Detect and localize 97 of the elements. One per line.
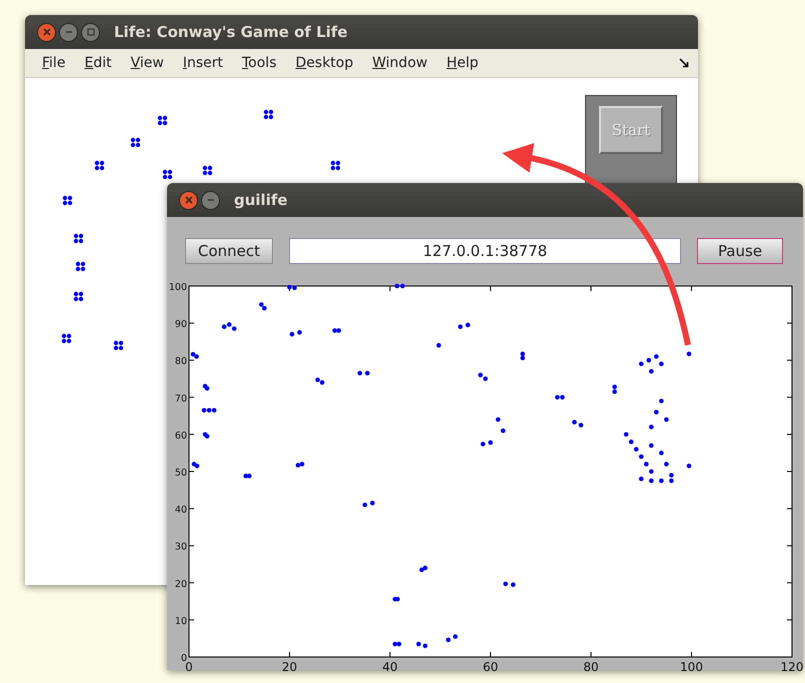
cell-point <box>654 410 659 414</box>
cell-point <box>480 442 486 446</box>
cell-point <box>446 638 451 642</box>
cell-point <box>649 469 654 474</box>
close-button[interactable] <box>179 190 198 210</box>
cell-point <box>496 417 500 422</box>
cell-point <box>362 502 368 508</box>
cell-cluster <box>76 262 86 272</box>
cell-point <box>416 642 421 646</box>
pause-button[interactable]: Pause <box>697 238 783 264</box>
cell-cluster <box>202 166 212 176</box>
cell-point <box>654 354 659 359</box>
maximize-button[interactable] <box>81 22 100 42</box>
cell-point <box>638 476 644 482</box>
x-tick-label: 0 <box>185 660 193 674</box>
y-tick-label: 30 <box>174 542 187 553</box>
cell-point <box>686 352 692 356</box>
cell-cluster <box>62 196 72 206</box>
cell-cluster <box>62 334 72 344</box>
y-tick-label: 50 <box>174 468 187 478</box>
cell-point <box>510 582 516 587</box>
cell-cluster <box>158 116 168 126</box>
address-field[interactable]: 127.0.0.1:38778 <box>289 238 681 264</box>
minimize-button[interactable] <box>59 22 78 42</box>
cell-point <box>503 582 508 586</box>
close-button[interactable] <box>37 22 56 42</box>
minimize-button[interactable] <box>201 190 220 210</box>
cell-point <box>649 443 654 448</box>
close-icon <box>184 195 194 205</box>
cell-point <box>664 417 669 422</box>
cell-cluster <box>330 160 340 170</box>
cell-point <box>370 500 375 506</box>
cell-point <box>659 478 664 484</box>
cell-point <box>649 369 654 374</box>
cell-point <box>458 324 463 330</box>
x-tick-label: 120 <box>780 660 803 674</box>
y-tick-label: 20 <box>174 578 187 590</box>
cell-point <box>358 370 362 376</box>
cell-point <box>624 432 628 437</box>
x-tick-label: 80 <box>583 660 599 674</box>
cell-cluster <box>162 170 172 180</box>
cell-point <box>686 464 692 468</box>
y-tick-label: 80 <box>174 356 187 368</box>
cell-point <box>365 370 370 376</box>
cell-point <box>436 343 442 348</box>
menu-item[interactable]: Insert <box>174 55 231 71</box>
cell-point <box>646 358 652 362</box>
cell-cluster <box>94 160 104 170</box>
cell-point <box>628 440 634 444</box>
menu-item[interactable]: View <box>122 55 172 71</box>
cell-point <box>500 428 506 433</box>
connect-button[interactable]: Connect <box>185 238 274 264</box>
cell-cluster <box>130 138 140 148</box>
cell-point <box>659 398 664 404</box>
cell-point <box>453 634 458 639</box>
cell-point <box>466 322 470 328</box>
dock-arrow-icon[interactable] <box>678 57 690 69</box>
cell-point <box>659 450 664 456</box>
menu-item[interactable]: Window <box>364 55 436 71</box>
cell-point <box>664 462 669 466</box>
cell-cluster <box>74 234 84 244</box>
y-tick-label: 40 <box>174 504 187 516</box>
cell-point <box>644 462 649 466</box>
cell-point <box>649 424 654 430</box>
y-tick-label: 60 <box>174 430 187 442</box>
cell-point <box>638 454 644 459</box>
menu-item[interactable]: Edit <box>76 55 120 71</box>
x-tick-label: 100 <box>680 660 703 674</box>
square-icon <box>86 27 96 37</box>
cell-point <box>638 362 644 366</box>
menu-item[interactable]: Tools <box>234 55 284 71</box>
y-tick-label: 90 <box>174 319 187 330</box>
x-tick-label: 60 <box>482 660 498 674</box>
y-tick-label: 100 <box>168 282 187 293</box>
cell-point <box>578 422 584 428</box>
window-title: guilife <box>234 191 288 209</box>
window-title: Life: Conway's Game of Life <box>114 23 348 41</box>
cell-cluster <box>264 110 274 120</box>
y-tick-label: 70 <box>174 393 187 404</box>
cell-point <box>290 332 294 337</box>
cell-cluster <box>114 340 124 350</box>
menu-item[interactable]: Desktop <box>288 55 362 71</box>
menu-item[interactable]: File <box>34 55 74 71</box>
cell-point <box>649 478 654 484</box>
cell-point <box>572 420 577 424</box>
y-tick-label: 0 <box>180 653 187 664</box>
cell-point <box>659 362 664 366</box>
x-tick-label: 20 <box>282 660 298 674</box>
cell-point <box>297 330 302 335</box>
cell-point <box>422 644 428 648</box>
x-tick-label: 40 <box>382 660 398 674</box>
cell-cluster <box>74 292 84 302</box>
cell-point <box>634 446 639 452</box>
menu-item[interactable]: Help <box>438 55 486 71</box>
cell-point <box>488 440 493 445</box>
close-icon <box>42 27 52 37</box>
y-tick-label: 10 <box>174 616 187 627</box>
